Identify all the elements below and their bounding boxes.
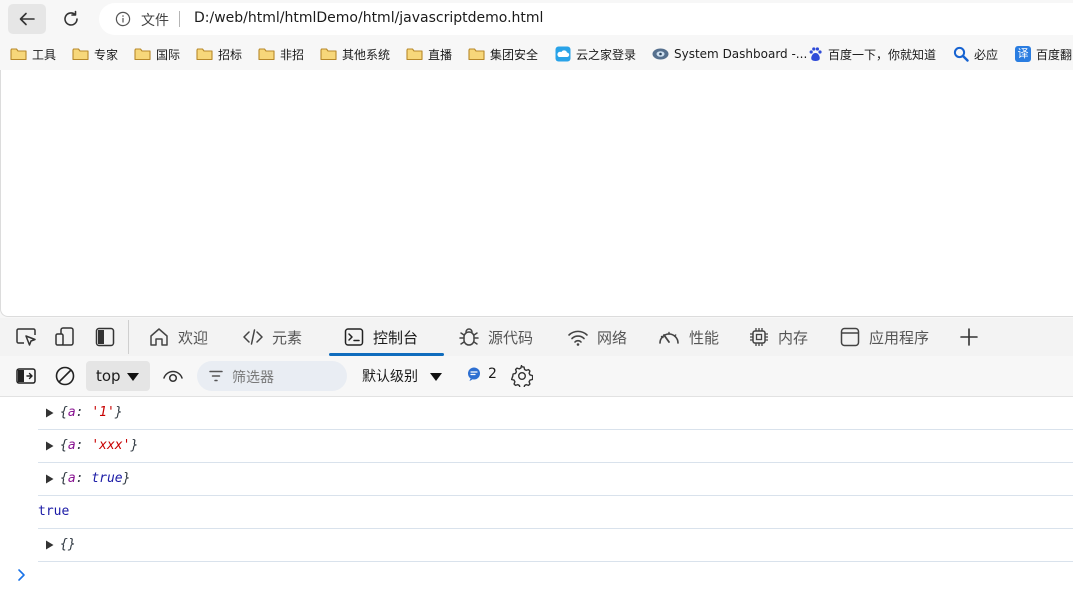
arrow-left-icon xyxy=(19,12,35,26)
bookmark-group-security[interactable]: 集团安全 xyxy=(468,43,538,65)
expand-triangle-icon[interactable] xyxy=(45,441,54,451)
tab-performance[interactable]: 性能 xyxy=(657,318,719,356)
bookmark-bidding[interactable]: 招标 xyxy=(196,43,242,65)
tab-network[interactable]: 网络 xyxy=(567,318,627,356)
tab-welcome[interactable]: 欢迎 xyxy=(148,318,208,356)
baidu-icon xyxy=(809,47,822,61)
message-count-badge[interactable]: 2 xyxy=(466,366,497,382)
tab-console[interactable]: 控制台 xyxy=(329,318,444,356)
device-icon xyxy=(55,327,74,346)
block-icon xyxy=(55,366,75,386)
folder-icon xyxy=(258,48,275,61)
folder-icon xyxy=(320,48,337,61)
console-icon xyxy=(344,328,364,346)
dock-side-button[interactable] xyxy=(92,324,118,350)
address-divider xyxy=(179,11,180,27)
console-message-row[interactable]: {a: 'xxx'} xyxy=(38,430,1073,463)
browser-toolbar: 文件 D:/web/html/htmlDemo/html/javascriptd… xyxy=(0,0,1073,38)
tab-application[interactable]: 应用程序 xyxy=(839,318,929,356)
tab-divider xyxy=(128,320,129,354)
reload-icon xyxy=(64,10,78,26)
folder-icon xyxy=(10,48,27,61)
search-icon xyxy=(953,46,969,62)
add-tool-button[interactable] xyxy=(956,324,982,350)
console-message-row[interactable]: {a: '1'} xyxy=(38,397,1073,430)
bookmark-yunzhijia[interactable]: 云之家登录 xyxy=(555,43,636,65)
bookmark-tools[interactable]: 工具 xyxy=(10,43,56,65)
info-icon[interactable] xyxy=(115,11,131,27)
address-url[interactable]: D:/web/html/htmlDemo/html/javascriptdemo… xyxy=(194,10,543,26)
console-sidebar-toggle[interactable] xyxy=(13,363,39,389)
inspect-element-button[interactable] xyxy=(13,324,39,350)
console-settings-button[interactable] xyxy=(509,363,535,389)
cloud-icon xyxy=(555,46,571,62)
tab-memory[interactable]: 内存 xyxy=(748,318,808,356)
back-button[interactable] xyxy=(8,4,46,34)
bookmarks-bar: 工具 专家 国际 招标 非招 其他系统 直播 集团安全 云之家登录 System… xyxy=(0,38,1073,70)
folder-icon xyxy=(468,48,485,61)
caret-down-icon[interactable] xyxy=(429,372,443,382)
wifi-icon xyxy=(568,330,588,346)
console-message-row[interactable]: {} xyxy=(38,529,1073,562)
console-prompt-chevron-icon[interactable] xyxy=(17,568,27,582)
bookmark-baidu[interactable]: 百度一下，你就知道 xyxy=(808,43,936,65)
address-scheme-label: 文件 xyxy=(141,13,169,29)
eye-icon xyxy=(163,370,183,383)
expand-triangle-icon[interactable] xyxy=(45,540,54,550)
console-output: {a: '1'} {a: 'xxx'} {a: true} true {} xyxy=(0,397,1073,612)
expand-triangle-icon[interactable] xyxy=(45,408,54,418)
app-icon xyxy=(840,327,860,347)
folder-icon xyxy=(134,48,151,61)
bug-icon xyxy=(459,328,479,346)
folder-icon xyxy=(196,48,213,61)
bookmark-system-dashboard[interactable]: System Dashboard -... xyxy=(652,43,807,65)
message-icon xyxy=(468,367,480,381)
console-object-value: {} xyxy=(60,537,76,552)
folder-icon xyxy=(72,48,89,61)
console-toolbar: top 筛选器 默认级别 2 xyxy=(0,356,1073,397)
gauge-icon xyxy=(659,331,679,344)
bookmark-international[interactable]: 国际 xyxy=(134,43,180,65)
page-viewport xyxy=(0,70,1073,317)
reload-button[interactable] xyxy=(52,4,90,34)
address-bar[interactable]: 文件 D:/web/html/htmlDemo/html/javascriptd… xyxy=(99,3,1073,35)
chip-icon xyxy=(750,328,768,346)
tab-sources[interactable]: 源代码 xyxy=(458,318,533,356)
folder-icon xyxy=(406,48,423,61)
bookmark-experts[interactable]: 专家 xyxy=(72,43,118,65)
bookmark-other-systems[interactable]: 其他系统 xyxy=(320,43,390,65)
gear-icon xyxy=(511,365,533,387)
clear-console-button[interactable] xyxy=(52,363,78,389)
devtools-tabbar: 欢迎 元素 控制台 源代码 网络 性能 内存 应用程序 xyxy=(0,318,1073,357)
expand-triangle-icon[interactable] xyxy=(45,474,54,484)
bookmark-non-bidding[interactable]: 非招 xyxy=(258,43,304,65)
bookmark-baidu-translate[interactable]: 译 百度翻 xyxy=(1015,43,1072,65)
caret-down-icon xyxy=(127,373,139,381)
translate-icon: 译 xyxy=(1015,46,1031,62)
panel-left-icon xyxy=(95,327,115,347)
device-emulation-button[interactable] xyxy=(52,324,78,350)
inspect-icon xyxy=(16,328,36,346)
plus-icon xyxy=(960,328,978,346)
bookmark-bing[interactable]: 必应 xyxy=(953,43,998,65)
console-message-row: true xyxy=(38,496,1073,529)
console-primitive-value: true xyxy=(38,504,70,519)
filter-icon xyxy=(209,370,223,382)
bookmark-live[interactable]: 直播 xyxy=(406,43,452,65)
live-expression-button[interactable] xyxy=(160,363,186,389)
console-message-row[interactable]: {a: true} xyxy=(38,463,1073,496)
filter-placeholder: 筛选器 xyxy=(232,370,274,386)
context-selector[interactable]: top xyxy=(86,361,150,391)
home-icon xyxy=(150,328,168,346)
log-level-selector[interactable]: 默认级别 xyxy=(362,366,418,386)
console-filter-input[interactable]: 筛选器 xyxy=(197,361,347,391)
dashboard-icon xyxy=(652,48,669,60)
tab-elements[interactable]: 元素 xyxy=(242,318,302,356)
sidebar-toggle-icon xyxy=(16,368,36,384)
code-icon xyxy=(243,329,263,345)
